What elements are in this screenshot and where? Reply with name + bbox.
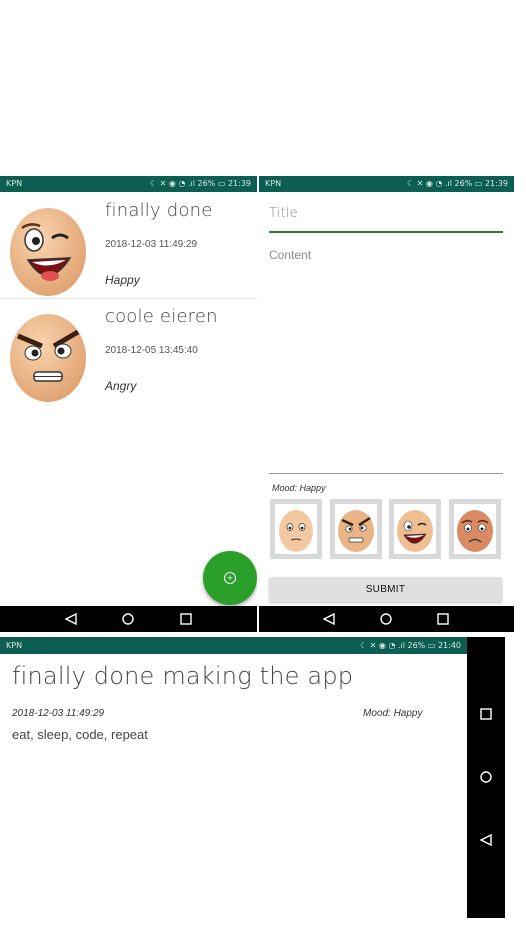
status-icons: ☾ ✕ ◉ ◔ .ıl [149,179,198,188]
mood-option-happy[interactable] [389,499,441,559]
happy-egg-icon [8,200,88,296]
sad-egg-icon [457,510,493,552]
item-title: coole eieren [105,306,218,327]
content-underline [269,473,503,474]
battery-level: 26% [407,641,426,650]
detail-title: finally done making the app [12,662,354,690]
mood-option-sad[interactable] [449,499,501,559]
carrier-label: KPN [6,179,23,188]
carrier-label: KPN [6,641,23,650]
status-bar-form: KPN ☾ ✕ ◉ ◔ .ıl 26% ▭ 21:39 [259,176,514,192]
item-date: 2018-12-05 13:45:40 [105,345,198,356]
status-bar-detail: KPN ☾ ✕ ◉ ◔ .ıl 26% ▭ 21:40 [0,637,467,654]
status-icons: ☾ ✕ ◉ ◔ .ıl [359,641,408,650]
detail-date: 2018-12-03 11:49:29 [12,708,105,719]
content-input[interactable]: Content [269,246,503,472]
mood-option-angry[interactable] [330,499,382,559]
mood-label: Mood: Happy [272,483,326,493]
title-underline [269,231,503,233]
home-icon[interactable] [480,771,492,783]
panel-divider [257,176,259,632]
mood-option-neutral[interactable] [270,499,322,559]
angry-egg-icon [338,510,374,552]
back-icon[interactable] [479,833,492,847]
clock: 21:39 [227,179,251,188]
detail-mood: Mood: Happy [363,708,423,719]
navigation-bar-list [0,606,257,632]
clock: 21:40 [437,641,461,650]
recents-icon[interactable] [180,613,192,625]
back-icon[interactable] [322,612,335,626]
home-icon[interactable] [380,613,392,625]
submit-button[interactable]: SUBMIT [269,577,502,602]
navigation-bar-form [259,606,514,632]
item-title: finally done [105,200,213,221]
recents-icon[interactable] [480,708,492,720]
battery-level: 26% [454,179,473,188]
item-date: 2018-12-03 11:49:29 [105,239,198,250]
carrier-label: KPN [265,179,282,188]
navigation-bar-detail [467,637,505,918]
item-mood: Happy [105,273,140,287]
detail-content: eat, sleep, code, repeat [12,727,148,742]
list-item[interactable]: coole eieren 2018-12-05 13:45:40 Angry [0,300,257,406]
content-placeholder: Content [269,248,312,262]
add-note-button[interactable]: + [203,551,257,605]
add-icon: + [224,572,236,584]
item-mood: Angry [105,379,137,393]
list-divider [0,298,257,299]
home-icon[interactable] [122,613,134,625]
neutral-egg-icon [279,510,313,552]
happy-egg-icon [397,510,433,552]
status-bar-list: KPN ☾ ✕ ◉ ◔ .ıl 26% ▭ 21:39 [0,176,257,192]
status-icons: ☾ ✕ ◉ ◔ .ıl [406,179,455,188]
recents-icon[interactable] [437,613,449,625]
battery-level: 26% [197,179,216,188]
clock: 21:39 [484,179,508,188]
list-item[interactable]: finally done 2018-12-03 11:49:29 Happy [0,192,257,298]
title-input[interactable]: Title [269,206,502,221]
back-icon[interactable] [64,612,77,626]
angry-egg-icon [8,306,88,402]
